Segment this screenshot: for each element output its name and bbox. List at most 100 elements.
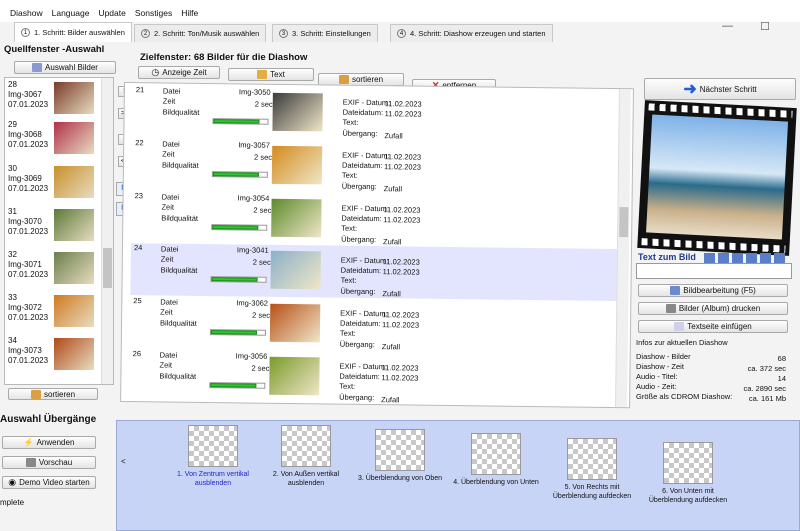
transition-thumbnail — [471, 433, 521, 475]
transition-item[interactable]: 3. Überblendung von Oben — [356, 429, 444, 484]
image-edit-icon — [670, 286, 681, 295]
image-edit-button[interactable]: Bildbearbeitung (F5) — [638, 284, 788, 297]
target-scrollbar[interactable] — [615, 89, 631, 408]
apply-button[interactable]: ⚡ Anwenden — [2, 436, 96, 449]
transition-item[interactable]: 6. Von Unten mit Überblendung aufdecken — [644, 442, 732, 505]
demo-video-button[interactable]: ◉ Demo Video starten — [2, 476, 96, 489]
text-label: Text: — [340, 275, 357, 285]
transition-item[interactable]: 5. Von Rechts mit Überblendung aufdecken — [548, 438, 636, 501]
transition-label: 3. Überblendung von Oben — [357, 475, 443, 482]
file-name: Img-3054 — [237, 193, 270, 203]
target-item[interactable]: 22 Datei Img-3057 Zeit 2 sec Bildqualität EXIF… — [132, 138, 621, 196]
tab-step-1[interactable]: 1 1. Schritt: Bilder auswählen — [14, 22, 132, 42]
tab-step-4-label: 4. Schritt: Diashow erzeugen und starten — [410, 29, 546, 38]
menu-update[interactable]: Update — [98, 8, 125, 22]
time-label: Zeit — [162, 149, 175, 159]
text-button[interactable]: Text — [228, 68, 314, 81]
menu-sonstiges[interactable]: Sonstiges — [135, 8, 172, 22]
transition-value: Zufall — [382, 289, 401, 299]
text-label: Text: — [341, 223, 358, 233]
source-list[interactable]: 28 Img-3067 07.01.2023 29 Img-3068 07.01… — [4, 77, 114, 385]
thumbnail-image — [54, 166, 94, 198]
quality-bar-fill — [212, 225, 259, 230]
filedate-label: Dateidatum: — [342, 107, 384, 118]
info-value: 14 — [777, 374, 786, 383]
file-label: Datei — [160, 297, 178, 307]
exif-label: EXIF - Datum: — [340, 255, 389, 266]
strip-left-arrow[interactable]: < — [121, 457, 126, 466]
source-item[interactable]: 34 Img-3073 07.01.2023 — [8, 336, 100, 384]
tab-step-3-label: 3. Schritt: Einstellungen — [292, 29, 371, 38]
menu-bar: Diashow Language Update Sonstiges Hilfe — [0, 0, 800, 22]
minimize-icon[interactable]: — — [722, 20, 733, 32]
target-item[interactable]: 21 Datei Img-3050 Zeit 2 sec Bildqualität EXIF… — [132, 85, 621, 143]
target-item-num: 25 — [133, 296, 142, 306]
time-label: Zeit — [160, 307, 173, 317]
preview-label: Vorschau — [38, 458, 73, 467]
target-item[interactable]: 25 Datei Img-3062 Zeit 2 sec Bildqualität EXIF… — [130, 296, 619, 354]
preview-icon — [25, 458, 36, 467]
target-item[interactable]: 26 Datei Img-3056 Zeit 2 sec Bildqualität EXIF… — [129, 349, 618, 407]
menu-diashow[interactable]: Diashow — [10, 8, 43, 22]
quality-label: Bildqualität — [161, 213, 199, 223]
text-label: Text — [270, 70, 285, 79]
maximize-icon[interactable]: ☐ — [760, 20, 770, 33]
printer-icon — [665, 304, 676, 313]
print-album-button[interactable]: Bilder (Album) drucken — [638, 302, 788, 315]
transition-value: Zufall — [383, 184, 403, 194]
preview-button[interactable]: Vorschau — [2, 456, 96, 469]
file-label: Datei — [162, 86, 181, 96]
info-key: Diashow - Bilder — [636, 352, 691, 361]
tab-step-4[interactable]: 4 4. Schritt: Diashow erzeugen und start… — [390, 24, 553, 42]
time-label: Zeit — [159, 360, 173, 370]
transition-item[interactable]: 4. Überblendung von Unten — [452, 433, 540, 488]
time-value: 2 sec — [254, 99, 273, 109]
thumbnail-image — [54, 338, 94, 370]
sort-icon — [338, 75, 349, 84]
insert-textpage-button[interactable]: Textseite einfügen — [638, 320, 788, 333]
transition-item[interactable]: 2. Von Außen vertikal ausblenden — [262, 425, 350, 488]
menu-hilfe[interactable]: Hilfe — [181, 8, 198, 22]
source-scrollbar[interactable] — [101, 78, 113, 384]
target-list[interactable]: 21 Datei Img-3050 Zeit 2 sec Bildqualität EXIF… — [120, 82, 634, 409]
transition-item[interactable]: 1. Von Zentrum vertikal ausblenden — [169, 425, 257, 488]
step-2-icon: 2 — [141, 29, 150, 38]
select-images-button[interactable]: Auswahl Bilder — [14, 61, 116, 74]
quality-bar — [212, 118, 269, 125]
info-value: 68 — [777, 354, 786, 363]
transition-thumbnail — [663, 442, 713, 484]
file-label: Datei — [161, 192, 180, 202]
source-title: Quellfenster -Auswahl — [4, 44, 105, 55]
quality-bar-fill — [211, 277, 258, 282]
time-value: 2 sec — [252, 257, 271, 267]
source-sort-button[interactable]: sortieren — [8, 388, 98, 400]
tab-step-2[interactable]: 2 2. Schritt: Ton/Musik auswählen — [134, 24, 267, 42]
exif-value: 11.02.2023 — [381, 363, 419, 373]
info-value: ca. 2890 sec — [743, 384, 786, 393]
next-step-label: Nächster Schritt — [699, 84, 757, 94]
display-time-button[interactable]: ◷ Anzeige Zeit — [138, 66, 220, 79]
target-scrollbar-thumb[interactable] — [619, 207, 629, 238]
tab-step-1-label: 1. Schritt: Bilder auswählen — [34, 28, 125, 37]
menu-language[interactable]: Language — [52, 8, 90, 22]
file-label: Datei — [162, 139, 180, 149]
lightning-icon: ⚡ — [23, 438, 34, 447]
exif-label: EXIF - Datum: — [342, 97, 391, 108]
demo-video-label: Demo Video starten — [19, 478, 90, 487]
thumbnail-image — [54, 295, 94, 327]
exif-value: 11.02.2023 — [382, 257, 420, 267]
exif-value: 11.02.2023 — [384, 99, 422, 109]
target-item[interactable]: 23 Datei Img-3054 Zeit 2 sec Bildqualität EXIF… — [131, 191, 620, 249]
filedate-value: 11.02.2023 — [384, 109, 422, 119]
next-step-button[interactable]: ➜ Nächster Schritt — [644, 78, 796, 100]
transition-thumbnail — [188, 425, 238, 467]
target-item[interactable]: 24 Datei Img-3041 Zeit 2 sec Bildqualität EXIF… — [130, 243, 619, 302]
tab-step-3[interactable]: 3 3. Schritt: Einstellungen — [272, 24, 378, 42]
time-label: Zeit — [161, 202, 175, 212]
time-value: 2 sec — [251, 363, 270, 373]
time-label: Zeit — [162, 96, 176, 106]
text-label: Text: — [341, 170, 358, 180]
source-scrollbar-thumb[interactable] — [103, 248, 112, 288]
image-text-input[interactable] — [636, 263, 792, 279]
insert-textpage-label: Textseite einfügen — [687, 322, 752, 331]
